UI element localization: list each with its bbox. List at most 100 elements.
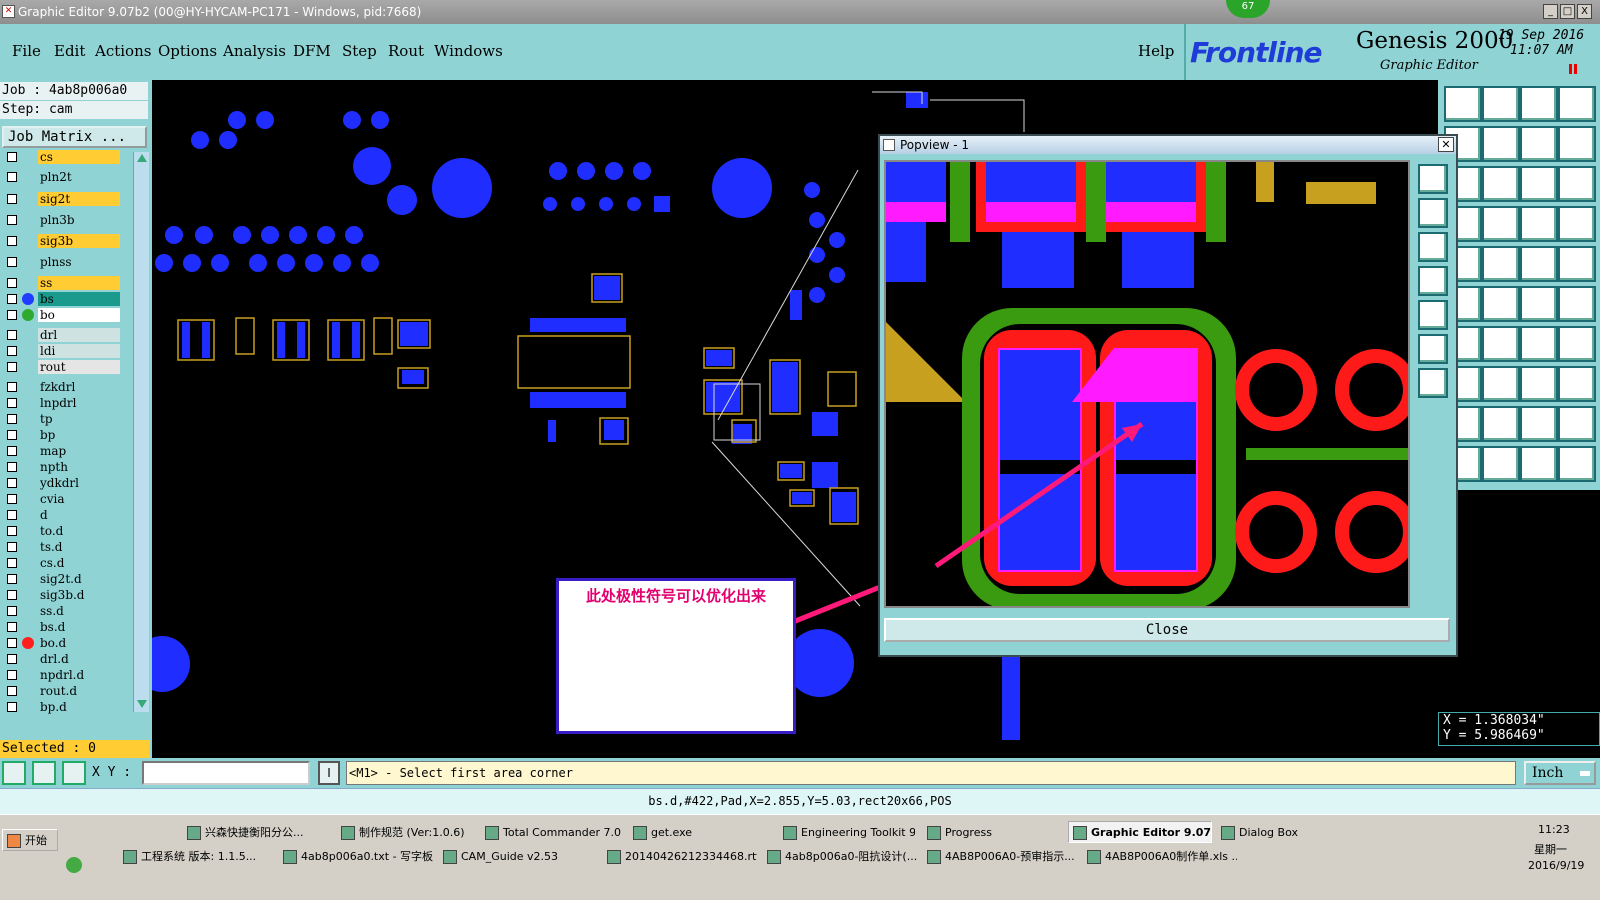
layer-checkbox[interactable] (7, 622, 17, 632)
tool-button[interactable] (1558, 366, 1596, 402)
menu-edit[interactable]: Edit (54, 42, 85, 60)
tool-button[interactable] (1520, 406, 1558, 442)
popview-tool-button[interactable] (1418, 266, 1448, 296)
layer-row[interactable]: plnss (2, 255, 120, 269)
tool-button[interactable] (1482, 126, 1520, 162)
taskbar-button[interactable]: 4ab8p006a0-阻抗设计(... (762, 845, 918, 867)
menu-step[interactable]: Step (342, 42, 377, 60)
layer-row[interactable]: npdrl.d (2, 668, 120, 682)
layer-row[interactable]: cs.d (2, 556, 120, 570)
layer-checkbox[interactable] (7, 638, 17, 648)
measure-icon[interactable] (32, 761, 56, 785)
unit-selector[interactable]: Inch (1524, 761, 1596, 785)
tool-button[interactable] (1558, 206, 1596, 242)
tool-button[interactable] (1520, 366, 1558, 402)
layer-checkbox[interactable] (7, 172, 17, 182)
snap-icon[interactable] (2, 761, 26, 785)
popview-close-icon[interactable]: ✕ (1438, 137, 1454, 152)
layer-checkbox[interactable] (7, 152, 17, 162)
layer-checkbox[interactable] (7, 510, 17, 520)
layer-checkbox[interactable] (7, 215, 17, 225)
layer-row[interactable]: sig2t.d (2, 572, 120, 586)
taskbar-button[interactable]: CAM_Guide v2.53 (438, 845, 598, 867)
menu-analysis[interactable]: Analysis (223, 42, 286, 60)
layer-row[interactable]: ydkdrl (2, 476, 120, 490)
tool-button[interactable] (1482, 286, 1520, 322)
layer-row[interactable]: npth (2, 460, 120, 474)
menu-rout[interactable]: Rout (388, 42, 424, 60)
layer-row[interactable]: cs (2, 150, 120, 164)
tool-button[interactable] (1482, 246, 1520, 282)
layer-row[interactable]: bp.d (2, 700, 120, 714)
layer-row[interactable]: rout.d (2, 684, 120, 698)
layer-row[interactable]: map (2, 444, 120, 458)
layer-row[interactable]: cvia (2, 492, 120, 506)
taskbar-button[interactable]: Engineering Toolkit 9.... (778, 821, 916, 843)
layer-row[interactable]: bo (2, 308, 120, 322)
taskbar-button[interactable]: Progress (922, 821, 1062, 843)
taskbar-button[interactable]: get.exe (628, 821, 768, 843)
layer-checkbox[interactable] (7, 558, 17, 568)
popview-tool-button[interactable] (1418, 334, 1448, 364)
layer-checkbox[interactable] (7, 446, 17, 456)
menu-dfm[interactable]: DFM (293, 42, 331, 60)
grid-icon[interactable] (62, 761, 86, 785)
xy-input[interactable] (142, 761, 310, 785)
layer-row[interactable]: pln2t (2, 170, 120, 184)
layer-checkbox[interactable] (7, 526, 17, 536)
taskbar-button[interactable]: 兴森快捷衡阳分公... (182, 821, 330, 843)
tool-button[interactable] (1482, 446, 1520, 482)
tool-button[interactable] (1558, 126, 1596, 162)
layer-checkbox[interactable] (7, 430, 17, 440)
popview-canvas[interactable] (884, 160, 1410, 608)
scroll-down-icon[interactable] (137, 700, 147, 708)
taskbar-button[interactable]: Graphic Editor 9.07... (1068, 821, 1212, 843)
layer-checkbox[interactable] (7, 294, 17, 304)
cursor-icon[interactable]: I (318, 761, 340, 785)
taskbar-button[interactable]: 4ab8p006a0.txt - 写字板 (278, 845, 434, 867)
layer-row[interactable]: bo.d (2, 636, 120, 650)
maximize-button[interactable]: □ (1560, 4, 1575, 19)
tool-button[interactable] (1482, 206, 1520, 242)
layer-row[interactable]: rout (2, 360, 120, 374)
layer-row[interactable]: drl (2, 328, 120, 342)
layer-row[interactable]: pln3b (2, 213, 120, 227)
tool-button[interactable] (1520, 126, 1558, 162)
scroll-up-icon[interactable] (137, 154, 147, 162)
tool-button[interactable] (1558, 326, 1596, 362)
layer-checkbox[interactable] (7, 194, 17, 204)
layer-row[interactable]: bs (2, 292, 120, 306)
layer-row[interactable]: ts.d (2, 540, 120, 554)
tool-button[interactable] (1482, 326, 1520, 362)
taskbar-button[interactable]: 4AB8P006A0-预审指示... (922, 845, 1078, 867)
layer-checkbox[interactable] (7, 362, 17, 372)
layer-checkbox[interactable] (7, 236, 17, 246)
tool-button[interactable] (1558, 406, 1596, 442)
popview-close-button[interactable]: Close (884, 618, 1450, 642)
layer-row[interactable]: lnpdrl (2, 396, 120, 410)
layer-row[interactable]: drl.d (2, 652, 120, 666)
layer-row[interactable]: to.d (2, 524, 120, 538)
tool-button[interactable] (1558, 286, 1596, 322)
tool-button[interactable] (1482, 166, 1520, 202)
layer-checkbox[interactable] (7, 310, 17, 320)
layer-checkbox[interactable] (7, 686, 17, 696)
desktop-icon[interactable] (66, 857, 82, 873)
taskbar-button[interactable]: Dialog Box (1216, 821, 1348, 843)
layer-row[interactable]: ldi (2, 344, 120, 358)
layer-row[interactable]: sig3b (2, 234, 120, 248)
job-matrix-button[interactable]: Job Matrix ... (2, 126, 147, 148)
layer-row[interactable]: fzkdrl (2, 380, 120, 394)
tool-button[interactable] (1520, 326, 1558, 362)
tool-button[interactable] (1482, 366, 1520, 402)
close-window-button[interactable]: X (1577, 4, 1592, 19)
menu-help[interactable]: Help (1138, 42, 1174, 60)
layer-checkbox[interactable] (7, 462, 17, 472)
layer-checkbox[interactable] (7, 398, 17, 408)
menu-windows[interactable]: Windows (434, 42, 503, 60)
layer-checkbox[interactable] (7, 494, 17, 504)
layer-checkbox[interactable] (7, 257, 17, 267)
menu-file[interactable]: File (12, 42, 41, 60)
tool-button[interactable] (1482, 406, 1520, 442)
layer-checkbox[interactable] (7, 414, 17, 424)
